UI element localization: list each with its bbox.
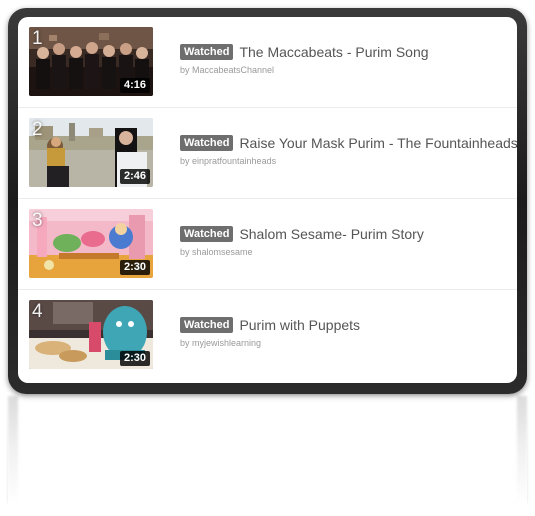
- playlist-frame: 1 4:16 Watched The Maccabeats - Purim So…: [8, 8, 527, 394]
- watched-badge: Watched: [180, 317, 234, 333]
- playlist-panel: 1 4:16 Watched The Maccabeats - Purim So…: [18, 17, 517, 383]
- playlist-index: 3: [32, 210, 43, 231]
- video-row[interactable]: 1 4:16 Watched The Maccabeats - Purim So…: [18, 17, 517, 108]
- video-title-link[interactable]: Purim with Puppets: [239, 317, 360, 333]
- video-list: 1 4:16 Watched The Maccabeats - Purim So…: [18, 17, 517, 381]
- video-author: by einpratfountainheads: [180, 156, 277, 166]
- playlist-index: 2: [32, 119, 43, 140]
- video-thumbnail[interactable]: 2 2:46: [29, 118, 153, 187]
- watched-badge: Watched: [180, 135, 234, 151]
- video-title-link[interactable]: The Maccabeats - Purim Song: [239, 44, 428, 60]
- video-duration: 2:30: [119, 260, 150, 275]
- video-thumbnail[interactable]: 1 4:16: [29, 27, 153, 96]
- video-meta: Watched The Maccabeats - Purim Song by M…: [180, 44, 511, 75]
- video-thumbnail[interactable]: 4 2:30: [29, 300, 153, 369]
- watched-badge: Watched: [180, 226, 234, 242]
- reflection-fade-overlay: [8, 396, 527, 516]
- playlist-index: 4: [32, 301, 43, 322]
- video-thumbnail[interactable]: 3 2:30: [29, 209, 153, 278]
- video-author: by MaccabeatsChannel: [180, 65, 275, 75]
- video-row[interactable]: 2 2:46 Watched Raise Your Mask Purim - T…: [18, 108, 517, 199]
- video-duration: 2:46: [119, 169, 150, 184]
- video-author: by myjewishlearning: [180, 338, 262, 348]
- video-row[interactable]: 3 2:30 Watched Shalom Sesame- Purim Stor…: [18, 199, 517, 290]
- video-title-link[interactable]: Raise Your Mask Purim - The Fountainhead…: [239, 135, 517, 151]
- video-row[interactable]: 4 2:30 Watched Purim with Puppets by myj…: [18, 290, 517, 381]
- video-meta: Watched Purim with Puppets by myjewishle…: [180, 317, 511, 348]
- video-author: by shalomsesame: [180, 247, 253, 257]
- playlist-index: 1: [32, 28, 43, 49]
- video-duration: 4:16: [119, 78, 150, 93]
- video-duration: 2:30: [119, 351, 150, 366]
- video-title-link[interactable]: Shalom Sesame- Purim Story: [239, 226, 423, 242]
- playlist-screenshot: 1 4:16 Watched The Maccabeats - Purim So…: [0, 0, 535, 516]
- video-meta: Watched Raise Your Mask Purim - The Foun…: [180, 135, 517, 166]
- watched-badge: Watched: [180, 44, 234, 60]
- video-meta: Watched Shalom Sesame- Purim Story by sh…: [180, 226, 511, 257]
